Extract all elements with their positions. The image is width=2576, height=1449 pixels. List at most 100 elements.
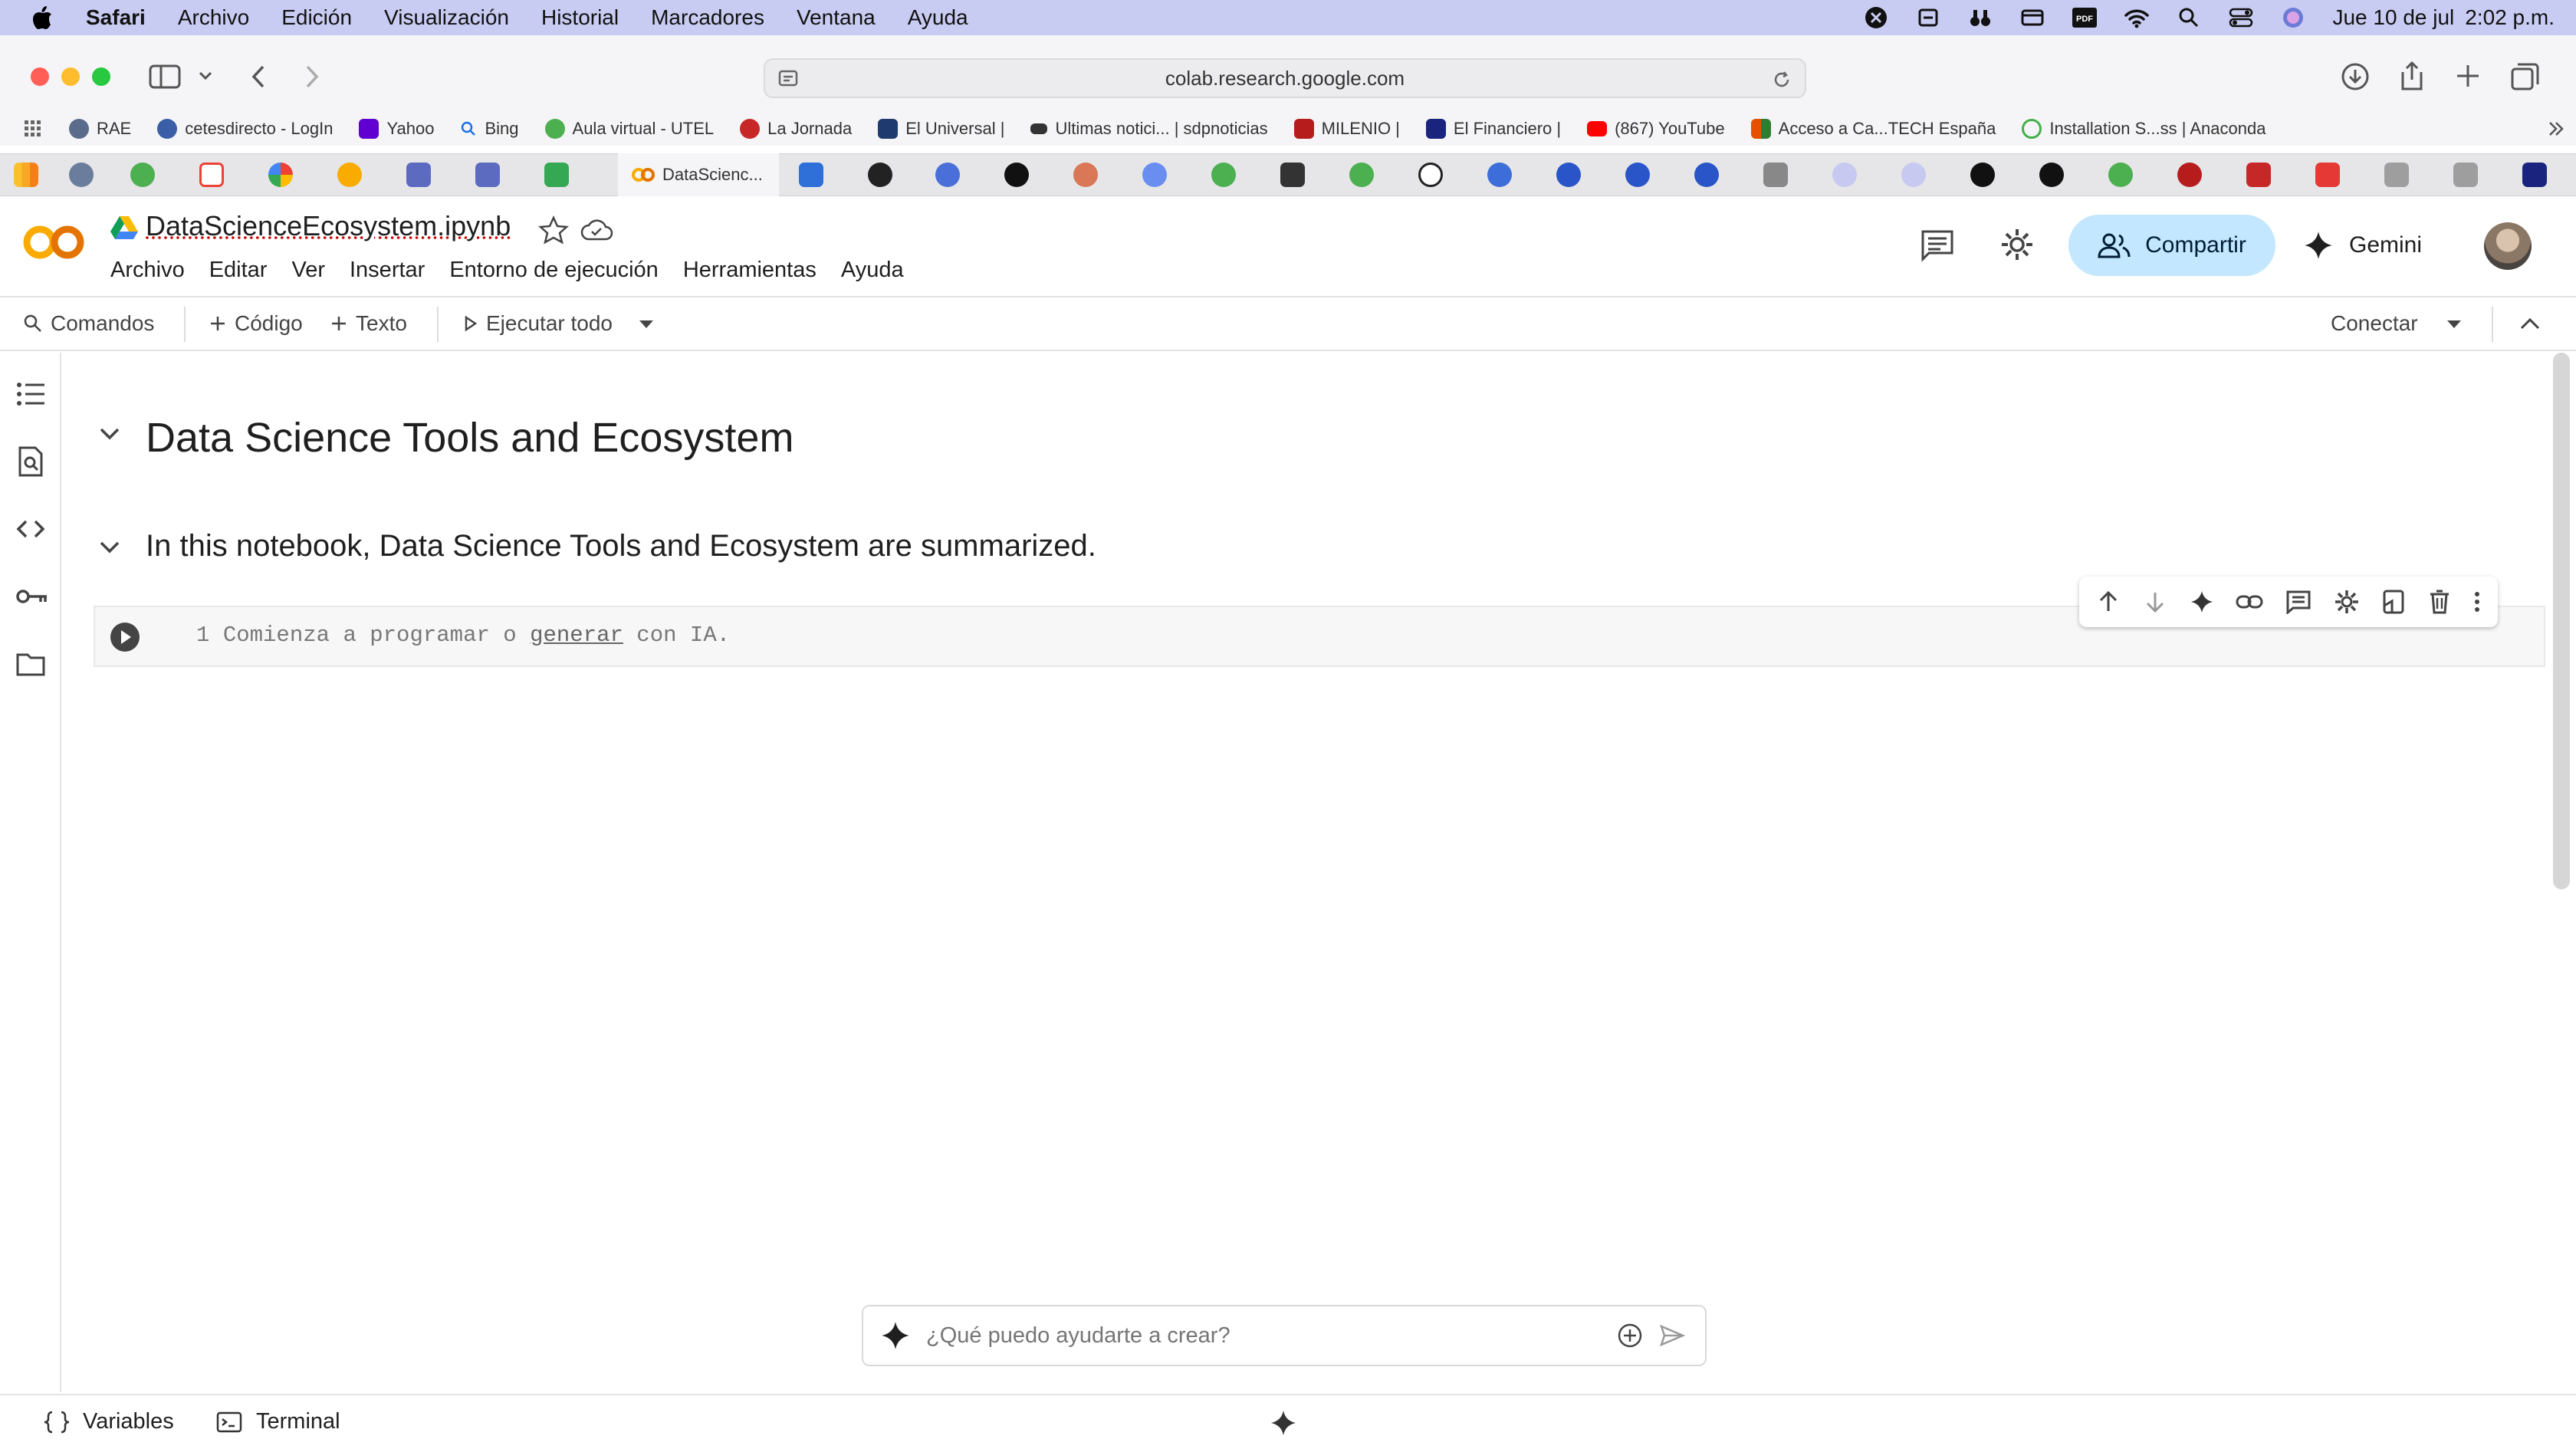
collapse-section-chevron-icon[interactable] — [98, 540, 121, 555]
more-options-icon[interactable] — [2473, 590, 2481, 614]
favorite-la-jornada[interactable]: La Jornada — [740, 119, 852, 139]
tab-scribd-icon[interactable] — [1280, 163, 1305, 187]
reload-icon[interactable] — [1771, 69, 1792, 90]
mirror-cell-icon[interactable] — [2381, 589, 2406, 615]
delete-trash-icon[interactable] — [2428, 589, 2451, 615]
secrets-key-icon[interactable] — [15, 581, 47, 612]
tab-black-c-icon-1[interactable] — [1970, 163, 1995, 187]
find-replace-icon[interactable] — [15, 446, 46, 477]
downloads-icon[interactable] — [2340, 61, 2371, 92]
menu-archivo[interactable]: Archivo — [178, 5, 249, 30]
run-cell-button[interactable] — [109, 621, 141, 653]
tab-red-u-icon[interactable] — [2177, 163, 2202, 187]
menu-edicion[interactable]: Edición — [281, 5, 352, 30]
connect-button[interactable]: Conectar — [2331, 311, 2418, 336]
share-page-icon[interactable] — [2398, 60, 2426, 92]
forward-icon[interactable] — [304, 64, 320, 89]
run-all-dropdown-icon[interactable] — [638, 319, 655, 330]
commands-button[interactable]: Comandos — [23, 311, 154, 336]
pdf-icon[interactable]: PDF — [2072, 5, 2098, 31]
tab-c-icon-3[interactable] — [1694, 163, 1719, 187]
tab-lavender-icon-1[interactable] — [1832, 163, 1857, 187]
run-all-button[interactable]: Ejecutar todo — [463, 311, 613, 336]
menubar-time[interactable]: 2:02 p.m. — [2465, 5, 2555, 30]
address-url[interactable]: colab.research.google.com — [1165, 67, 1405, 90]
tab-g-icon[interactable] — [2384, 163, 2409, 187]
favorite-cetesdirecto[interactable]: cetesdirecto - LogIn — [157, 119, 333, 139]
generate-link[interactable]: generar — [530, 623, 623, 648]
colab-menu-herramientas[interactable]: Herramientas — [683, 258, 816, 283]
star-icon[interactable] — [538, 215, 569, 245]
gemini-status-sparkle-icon[interactable] — [1270, 1409, 1297, 1437]
tab-github-icon[interactable] — [868, 163, 892, 187]
add-text-button[interactable]: Texto — [330, 311, 407, 336]
settings-gear-icon[interactable] — [1999, 227, 2035, 262]
colab-menu-ayuda[interactable]: Ayuda — [841, 258, 904, 283]
tab-c-icon-1[interactable] — [1556, 163, 1581, 187]
send-icon[interactable] — [1659, 1324, 1685, 1347]
tab-c-icon-2[interactable] — [1625, 163, 1650, 187]
minimize-window-button[interactable] — [61, 67, 80, 86]
favorite-rae[interactable]: RAE — [69, 119, 131, 139]
terminal-button[interactable]: Terminal — [216, 1409, 340, 1434]
code-editor[interactable]: 1 Comienza a programar o generar con IA. — [196, 623, 730, 648]
gemini-prompt-input[interactable] — [926, 1322, 1601, 1349]
table-of-contents-icon[interactable] — [15, 379, 46, 409]
drive-icon[interactable] — [110, 215, 138, 239]
tab-colab-icon[interactable] — [337, 163, 362, 187]
tab-l-icon[interactable] — [2453, 163, 2478, 187]
menu-app-name[interactable]: Safari — [86, 5, 146, 30]
tab-gmail-icon[interactable] — [199, 163, 224, 187]
favorite-tech-espana[interactable]: Acceso a Ca...TECH España — [1750, 119, 1996, 139]
menu-marcadores[interactable]: Marcadores — [651, 5, 764, 30]
card-icon[interactable] — [2019, 5, 2045, 31]
variables-button[interactable]: Variables — [43, 1409, 174, 1434]
zoom-window-button[interactable] — [92, 67, 110, 86]
tab-blue-c-icon[interactable] — [1487, 163, 1512, 187]
tab-form-icon[interactable] — [475, 163, 500, 187]
tab-utel2-icon[interactable] — [1211, 163, 1236, 187]
new-tab-icon[interactable] — [2455, 63, 2481, 89]
comments-icon[interactable] — [1920, 228, 1955, 262]
sidebar-toggle-icon[interactable] — [149, 63, 182, 90]
colab-menu-entorno[interactable]: Entorno de ejecución — [449, 258, 658, 283]
favorite-el-financiero[interactable]: El Financiero | — [1425, 119, 1561, 139]
favorite-anaconda[interactable]: Installation S...ss | Anaconda — [2022, 119, 2266, 139]
tab-overview-icon[interactable] — [2510, 61, 2541, 92]
avatar[interactable] — [2484, 222, 2532, 270]
cloud-saved-icon[interactable] — [580, 216, 613, 244]
menu-historial[interactable]: Historial — [541, 5, 619, 30]
favorite-el-universal[interactable]: El Universal | — [878, 119, 1004, 139]
tab-google-icon[interactable] — [268, 163, 293, 187]
tab-datascience[interactable]: DataScienc... — [618, 153, 779, 196]
favorite-yahoo[interactable]: Yahoo — [359, 119, 434, 139]
address-bar[interactable]: colab.research.google.com — [764, 58, 1806, 98]
sync-icon[interactable] — [1915, 5, 1941, 31]
chevron-down-icon[interactable] — [198, 71, 213, 81]
share-button[interactable]: Compartir — [2068, 215, 2275, 276]
code-snippets-icon[interactable] — [15, 514, 46, 544]
tab-crown-icon[interactable] — [2246, 163, 2271, 187]
connect-dropdown-icon[interactable] — [2446, 319, 2463, 330]
menu-ayuda[interactable]: Ayuda — [908, 5, 968, 30]
gemini-prompt-box[interactable] — [862, 1305, 1707, 1366]
collapse-chevron-up-icon[interactable] — [2519, 316, 2541, 331]
tab-globe-icon[interactable] — [69, 163, 94, 187]
colab-menu-ver[interactable]: Ver — [291, 258, 325, 283]
control-center-icon[interactable] — [2228, 5, 2254, 31]
tab-a-icon[interactable] — [1763, 163, 1788, 187]
move-cell-down-icon[interactable] — [2143, 590, 2167, 614]
collapse-section-chevron-icon[interactable] — [98, 426, 121, 442]
tab-claude-icon[interactable] — [1073, 163, 1098, 187]
favorite-sdpnoticias[interactable]: Ultimas notici... | sdpnoticias — [1030, 119, 1268, 139]
colab-menu-archivo[interactable]: Archivo — [110, 258, 185, 283]
section-heading-1[interactable]: Data Science Tools and Ecosystem — [146, 414, 794, 462]
menu-visualizacion[interactable]: Visualización — [384, 5, 509, 30]
link-icon[interactable] — [2236, 593, 2263, 611]
back-icon[interactable] — [250, 64, 267, 89]
tab-ef-icon[interactable] — [2522, 163, 2547, 187]
tab-lavender-icon-2[interactable] — [1901, 163, 1926, 187]
add-attachment-icon[interactable] — [1616, 1322, 1644, 1349]
tab-docker-icon[interactable] — [935, 163, 960, 187]
spotlight-search-icon[interactable] — [2176, 5, 2202, 31]
